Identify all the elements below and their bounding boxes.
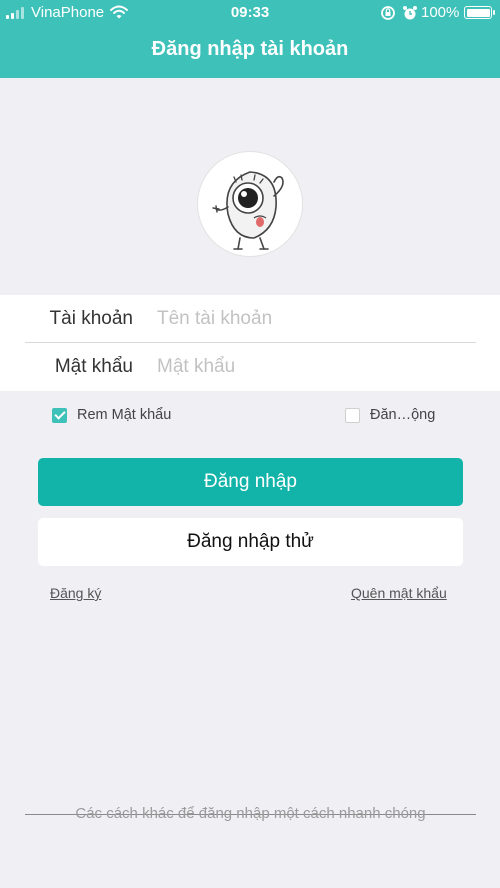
account-row: Tài khoản <box>25 295 476 343</box>
other-login-methods-text: Các cách khác để đăng nhập một cách nhan… <box>75 805 426 822</box>
remember-password-option[interactable]: Rem Mật khẩu <box>52 406 171 424</box>
battery-percent: 100% <box>421 4 460 21</box>
account-label: Tài khoản <box>49 308 133 329</box>
password-row: Mật khẩu <box>25 343 476 391</box>
login-form: Tài khoản Mật khẩu <box>0 295 500 391</box>
eyeball-mascot-icon <box>212 171 284 250</box>
alarm-clock-icon <box>402 5 418 25</box>
auto-login-label: Đăn…ộng <box>370 407 436 423</box>
login-button[interactable]: Đăng nhập <box>38 458 463 506</box>
other-login-methods: Các cách khác để đăng nhập một cách nhan… <box>25 805 476 825</box>
account-input[interactable] <box>157 303 457 335</box>
status-bar: VinaPhone 09:33 100% <box>0 0 500 26</box>
top-bar: VinaPhone 09:33 100% Đăng nhập tài khoản <box>0 0 500 78</box>
forgot-password-link[interactable]: Quên mật khẩu <box>351 585 447 601</box>
try-login-button[interactable]: Đăng nhập thử <box>38 518 463 566</box>
password-input[interactable] <box>157 351 457 383</box>
password-label: Mật khẩu <box>54 356 133 377</box>
battery-icon <box>464 6 495 19</box>
remember-password-label: Rem Mật khẩu <box>77 407 172 423</box>
auto-login-checkbox[interactable] <box>345 407 360 423</box>
register-link[interactable]: Đăng ký <box>50 585 101 601</box>
remember-password-checkbox[interactable] <box>52 407 67 423</box>
avatar <box>197 151 303 257</box>
rotation-lock-icon <box>380 5 396 25</box>
auto-login-option[interactable]: Đăn…ộng <box>345 406 435 424</box>
page-title: Đăng nhập tài khoản <box>151 38 349 60</box>
